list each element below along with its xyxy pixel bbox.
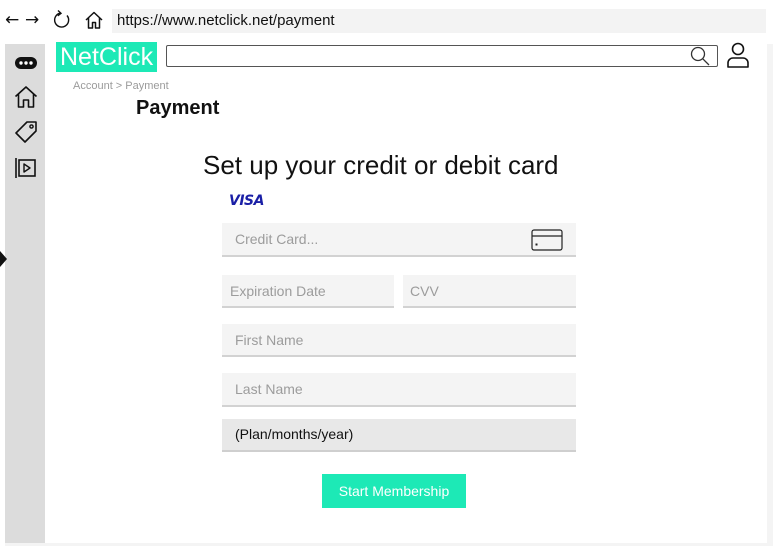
tag-icon[interactable] bbox=[13, 119, 39, 145]
forward-arrow-icon[interactable]: → bbox=[25, 10, 39, 30]
expiration-date-field[interactable] bbox=[222, 275, 394, 308]
page-title: Payment bbox=[136, 97, 220, 119]
visa-logo: VISA bbox=[229, 193, 264, 209]
plan-select[interactable]: (Plan/months/year) bbox=[222, 419, 576, 452]
first-name-field[interactable] bbox=[222, 324, 576, 357]
home-icon[interactable] bbox=[83, 9, 105, 31]
back-arrow-icon[interactable]: ← bbox=[5, 10, 19, 30]
home-icon[interactable] bbox=[13, 84, 39, 110]
last-name-field[interactable] bbox=[222, 373, 576, 407]
search-input[interactable] bbox=[166, 45, 718, 67]
cvv-field[interactable] bbox=[403, 275, 576, 308]
user-icon[interactable] bbox=[725, 41, 751, 69]
address-bar[interactable]: https://www.netclick.net/payment bbox=[112, 9, 766, 33]
breadcrumb: Account > Payment bbox=[73, 80, 169, 92]
menu-icon[interactable] bbox=[13, 50, 39, 76]
play-icon[interactable] bbox=[13, 154, 39, 180]
search-icon[interactable] bbox=[689, 45, 711, 67]
reload-icon[interactable] bbox=[51, 9, 73, 31]
netclick-logo[interactable]: NetClick bbox=[56, 42, 158, 72]
panel-toggle-arrow-icon[interactable] bbox=[0, 251, 7, 267]
credit-card-field[interactable] bbox=[222, 223, 576, 257]
browser-toolbar: ← → https://www.netclick.net/payment bbox=[0, 8, 773, 34]
form-heading: Set up your credit or debit card bbox=[203, 150, 559, 180]
start-membership-button[interactable]: Start Membership bbox=[322, 474, 466, 508]
sidebar bbox=[5, 44, 45, 543]
credit-card-icon bbox=[531, 229, 563, 251]
